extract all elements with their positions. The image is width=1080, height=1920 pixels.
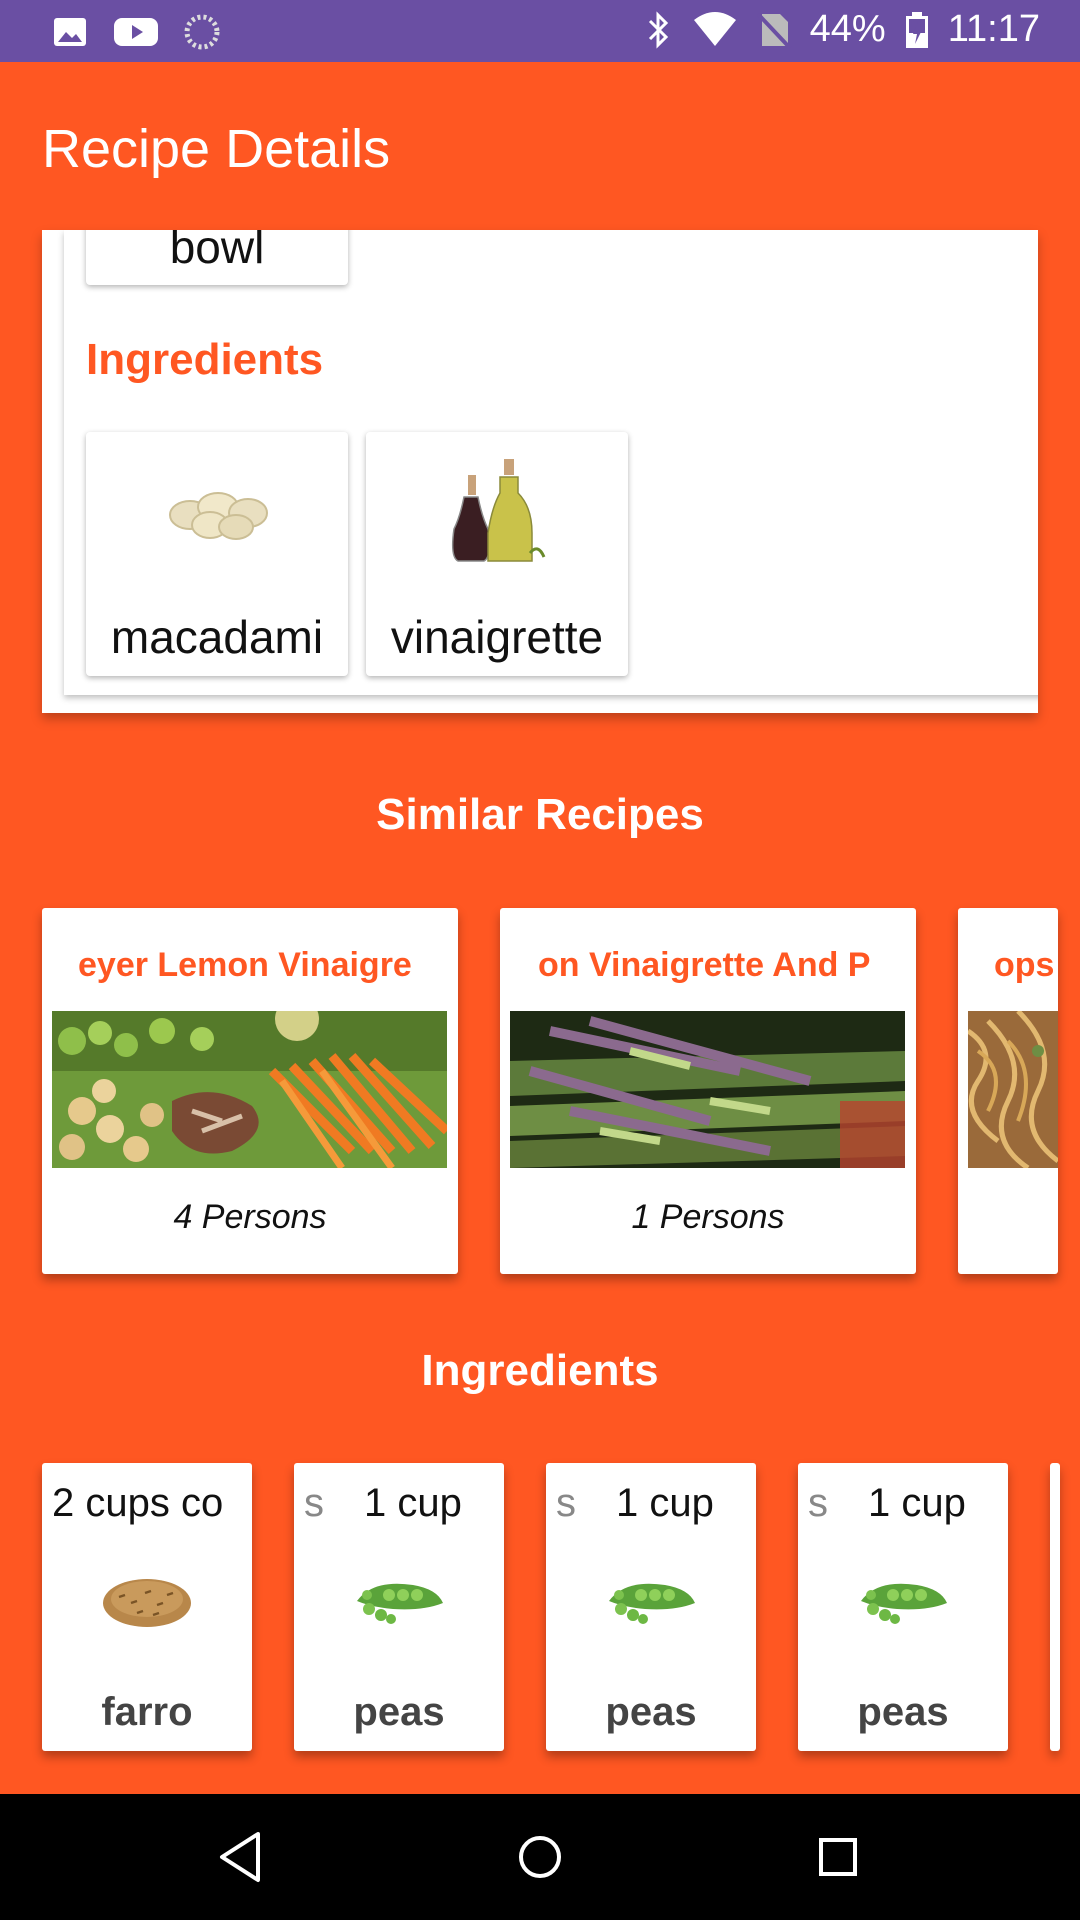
bluetooth-icon (648, 10, 668, 49)
back-icon[interactable] (208, 1824, 274, 1890)
navigation-bar (0, 1794, 1080, 1920)
ingredient-name: farro (101, 1690, 193, 1734)
youtube-icon (114, 18, 158, 46)
similar-recipe-card[interactable]: ops (958, 908, 1058, 1274)
status-bar: 44% 11:17 (0, 0, 1080, 62)
ingredients-strip-heading: Ingredients (421, 1346, 659, 1395)
ingredient-quantity: s1 cup (556, 1481, 714, 1525)
wifi-icon (693, 11, 736, 46)
ingredient-card-peas[interactable]: s1 cup peas (294, 1463, 504, 1751)
recipe-image (52, 1011, 447, 1168)
ingredient-quantity: s1 cup (304, 1481, 462, 1525)
ingredient-quantity: 2 cups co (52, 1481, 224, 1525)
image-icon (54, 18, 86, 46)
clock: 11:17 (947, 8, 1040, 50)
battery-icon (905, 11, 928, 48)
recents-icon[interactable] (805, 1824, 871, 1890)
ingredient-tile-macadamia[interactable]: macadami (86, 432, 348, 676)
ingredient-name: peas (353, 1690, 445, 1734)
peas-icon (861, 1583, 947, 1624)
recipe-image (968, 1011, 1058, 1168)
recipe-detail-card: bowl Ingredients macadami vinaigrette (64, 230, 1038, 695)
ingredient-tile-vinaigrette[interactable]: vinaigrette (366, 432, 628, 676)
ingredient-card-farro[interactable]: 2 cups co farro (42, 1463, 252, 1751)
ingredient-label: vinaigrette (390, 611, 604, 663)
app-bar: Recipe Details (0, 62, 1080, 230)
no-sim-icon (756, 12, 792, 49)
recipe-persons: 4 Persons (173, 1198, 327, 1236)
page-title: Recipe Details (42, 119, 391, 179)
similar-recipe-card[interactable]: eyer Lemon Vinaigre 4 Persons (42, 908, 458, 1274)
ingredient-quantity: s1 cup (808, 1481, 966, 1525)
ingredient-card-peas[interactable]: s1 cup peas (798, 1463, 1008, 1751)
ingredient-name: peas (605, 1690, 697, 1734)
recipe-image (510, 1011, 905, 1168)
home-icon[interactable] (507, 1824, 573, 1890)
equipment-tile[interactable]: bowl (86, 230, 348, 285)
ingredients-section-heading: Ingredients (86, 335, 324, 384)
loading-icon (184, 14, 220, 50)
recipe-title: ops (994, 946, 1055, 984)
similar-recipe-card[interactable]: on Vinaigrette And P 1 Persons (500, 908, 916, 1274)
peas-icon (609, 1583, 695, 1624)
peas-icon (357, 1583, 443, 1624)
recipe-title: eyer Lemon Vinaigre (78, 946, 412, 984)
recipe-title: on Vinaigrette And P (538, 946, 871, 984)
ingredient-name: peas (857, 1690, 949, 1734)
macadamia-icon (169, 492, 268, 540)
battery-percent: 44% (809, 8, 886, 50)
similar-recipes-heading: Similar Recipes (376, 790, 704, 839)
recipe-detail-panel: bowl Ingredients macadami vinaigrette (42, 230, 1038, 713)
vinaigrette-icon (451, 459, 546, 562)
ingredient-card-partial[interactable] (1050, 1463, 1060, 1751)
equipment-label: bowl (169, 230, 265, 273)
recipe-persons: 1 Persons (631, 1198, 785, 1236)
farro-icon (103, 1579, 191, 1627)
ingredient-label: macadami (110, 611, 324, 663)
ingredient-card-peas[interactable]: s1 cup peas (546, 1463, 756, 1751)
